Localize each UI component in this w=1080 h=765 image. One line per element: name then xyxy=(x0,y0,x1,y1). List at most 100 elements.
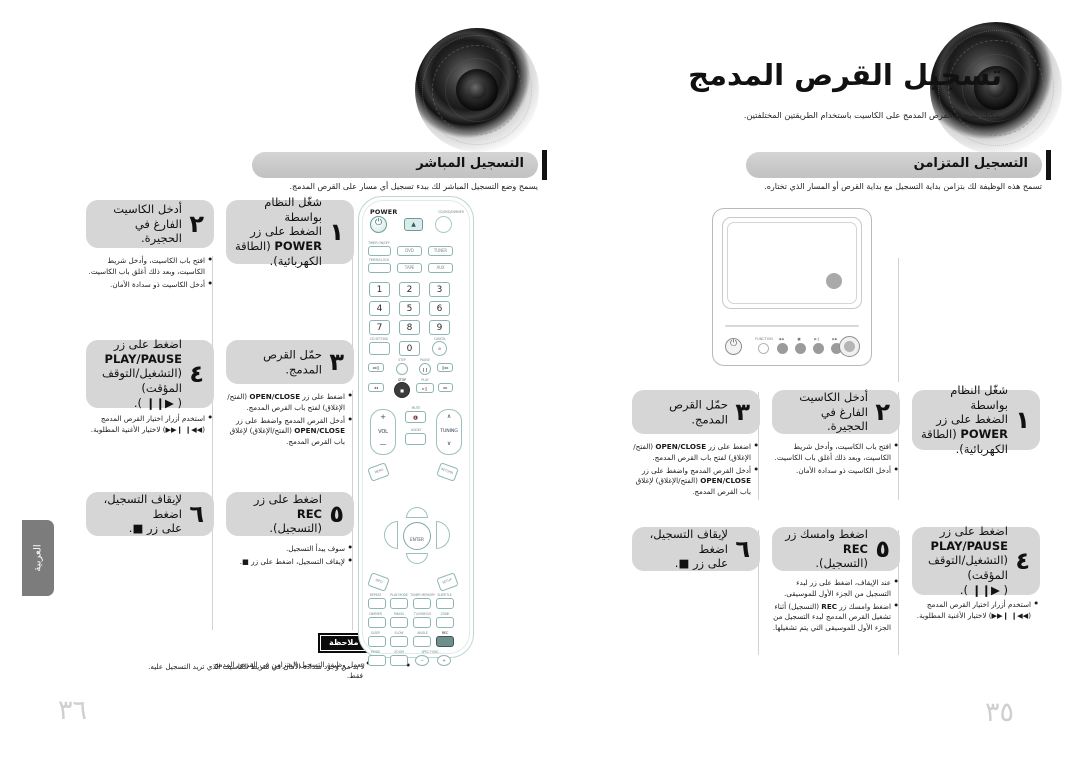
bullet-item: أدخل القرص المدمج واضغط على زر OPEN/CLOS… xyxy=(226,416,352,448)
numpad-4[interactable]: 4 xyxy=(369,301,390,316)
stop-button[interactable]: ■ xyxy=(394,382,410,398)
numpad-2[interactable]: 2 xyxy=(399,282,420,297)
bullet-item: اضغط على زر OPEN/CLOSE (الفتح/الإغلاق) ل… xyxy=(632,442,758,464)
tv-video-button[interactable] xyxy=(413,617,431,628)
dpad-up-button[interactable] xyxy=(406,507,428,518)
tv-video-label: TV/VIDEO/S xyxy=(413,612,432,616)
cancel-button[interactable]: ⊘ xyxy=(432,341,447,356)
sleep-button[interactable] xyxy=(368,636,386,647)
section-header-accent-bar xyxy=(1046,150,1051,180)
spec-func-minus-button[interactable]: − xyxy=(415,655,429,666)
step-text: أدخل الكاسيت الفارغ في الحجيرة. xyxy=(799,389,868,434)
step-box: ١ شغّل النظام بواسطة الضغط على زر POWER (ا… xyxy=(226,195,354,268)
dpad-down-button[interactable] xyxy=(406,553,428,564)
numpad-7[interactable]: 7 xyxy=(369,320,390,335)
step-button[interactable] xyxy=(396,363,408,375)
tuning-up-icon: ∧ xyxy=(446,413,452,420)
step-box: ٤ اضغط على زر PLAY/PAUSE (التشغيل/التوقف ا… xyxy=(86,337,214,410)
display-bezel xyxy=(722,217,862,309)
bullet-item: افتح باب الكاسيت، وأدخل شريط الكاسيت، وب… xyxy=(86,256,212,278)
numpad-6[interactable]: 6 xyxy=(429,301,450,316)
numpad-3[interactable]: 3 xyxy=(429,282,450,297)
step-number: ٤ xyxy=(1015,547,1030,575)
dimmer2-button[interactable] xyxy=(368,617,386,628)
pause-button[interactable]: ❙❙ xyxy=(419,363,431,375)
bullet-item: سوف يبدأ التسجيل. xyxy=(226,544,352,555)
cd-setting-label: CD SETTING xyxy=(369,337,389,341)
step-box: ٣ حمّل القرص المدمج. xyxy=(226,340,354,384)
chapter-title: تسجيل القرص المدمج xyxy=(688,58,1002,92)
volume-up-icon: + xyxy=(380,413,386,421)
mode-button[interactable] xyxy=(368,655,386,666)
function-label: FUNCTION xyxy=(755,337,773,341)
slow-button[interactable] xyxy=(390,636,408,647)
eject-button[interactable] xyxy=(404,218,423,231)
pbass-button[interactable] xyxy=(390,617,408,628)
numpad-0[interactable]: 0 xyxy=(399,341,420,356)
spec-func-plus-button[interactable]: + xyxy=(437,655,451,666)
step-box: ٢ أدخل الكاسيت الفارغ في الحجيرة. xyxy=(86,200,214,248)
step-box: ٢ أدخل الكاسيت الفارغ في الحجيرة. xyxy=(772,390,900,434)
tuning-down-icon: ∨ xyxy=(446,440,452,447)
bullet-item: أدخل الكاسيت ذو سدادة الأمان. xyxy=(86,280,212,291)
subtitle-button[interactable] xyxy=(436,598,454,609)
mute-button[interactable]: 🔇 xyxy=(405,411,426,423)
repeat-label: REPEAT xyxy=(369,593,382,597)
unit-power-button[interactable] xyxy=(725,338,742,355)
unit-jog-dial[interactable] xyxy=(839,336,860,357)
audio-button[interactable] xyxy=(405,433,426,445)
numpad-8[interactable]: 8 xyxy=(399,320,420,335)
step-bullets: افتح باب الكاسيت، وأدخل شريط الكاسيت، وب… xyxy=(86,256,212,292)
dpad-left-button[interactable] xyxy=(384,521,398,549)
timer-onoff-button[interactable] xyxy=(368,246,391,256)
fast-forward-button[interactable]: ▸▸ xyxy=(438,383,453,392)
zoom-button[interactable] xyxy=(390,655,408,666)
dimmer-button[interactable] xyxy=(435,216,452,233)
timer-clock-button[interactable] xyxy=(368,263,391,273)
bullet-item: لا بد من وجود سدادة الأمان في شريط الكاس… xyxy=(110,662,410,673)
skip-prev-button[interactable]: ◂◂❙ xyxy=(368,363,384,372)
bullet-item: أدخل القرص المدمج واضغط على زر OPEN/CLOS… xyxy=(632,466,758,498)
step-text: حمّل القرص المدمج. xyxy=(669,397,728,426)
play-button[interactable]: ▸❙ xyxy=(416,383,434,393)
unit-prev-button[interactable] xyxy=(777,343,788,354)
sleep-label: SLEEP xyxy=(370,631,381,635)
step-number: ٦ xyxy=(189,500,204,528)
rec-button[interactable] xyxy=(436,636,454,647)
angle-button[interactable] xyxy=(413,636,431,647)
zone-button[interactable] xyxy=(436,617,454,628)
numpad-9[interactable]: 9 xyxy=(429,320,450,335)
play-mode-button[interactable] xyxy=(390,598,408,609)
repeat-button[interactable] xyxy=(368,598,386,609)
play-label: PLAY xyxy=(421,378,429,382)
step-box: ٦ لإيقاف التسجيل، اضغط على زر ■. xyxy=(86,492,214,536)
volume-label: VOL xyxy=(378,429,388,435)
unit-play-button[interactable] xyxy=(813,343,824,354)
dpad-right-button[interactable] xyxy=(436,521,450,549)
step-text: اضغط وامسك زر REC (التسجيل). xyxy=(785,526,868,571)
bullet-item: اضغط وامسك زر REC (التسجيل) أثناء تشغيل … xyxy=(772,602,898,634)
column-divider xyxy=(212,390,213,500)
numpad-5[interactable]: 5 xyxy=(399,301,420,316)
unit-button-label-prev: ◀◀ xyxy=(778,337,784,341)
skip-next-button[interactable]: ❙▸▸ xyxy=(437,363,453,372)
subtitle-label: SUBTITLE xyxy=(437,593,452,597)
step-text: أدخل الكاسيت الفارغ في الحجيرة. xyxy=(113,201,182,246)
angle-label: ANGLE xyxy=(417,631,428,635)
numpad-1[interactable]: 1 xyxy=(369,282,390,297)
step-number: ٥ xyxy=(875,535,890,563)
unit-stop-button[interactable] xyxy=(795,343,806,354)
rewind-button[interactable]: ◂◂ xyxy=(368,383,384,392)
step-number: ٢ xyxy=(875,398,890,426)
tuner-memory-button[interactable] xyxy=(413,598,431,609)
navigation-dpad[interactable]: ENTER xyxy=(384,507,450,565)
aux-label: AUX xyxy=(436,265,445,270)
unit-function-button[interactable] xyxy=(758,343,769,354)
step-bullets: عند الإيقاف، اضغط على زر لبدء التسجيل من… xyxy=(772,578,898,636)
cd-setting-button[interactable] xyxy=(369,342,390,355)
unit-button-label-next: ▶▶ xyxy=(832,337,838,341)
dimmer2-label: DIMMER xyxy=(369,612,382,616)
power-button[interactable] xyxy=(370,216,387,233)
enter-button[interactable]: ENTER xyxy=(403,522,431,550)
step-text: شغّل النظام بواسطة الضغط على زر POWER (الط… xyxy=(920,383,1008,457)
